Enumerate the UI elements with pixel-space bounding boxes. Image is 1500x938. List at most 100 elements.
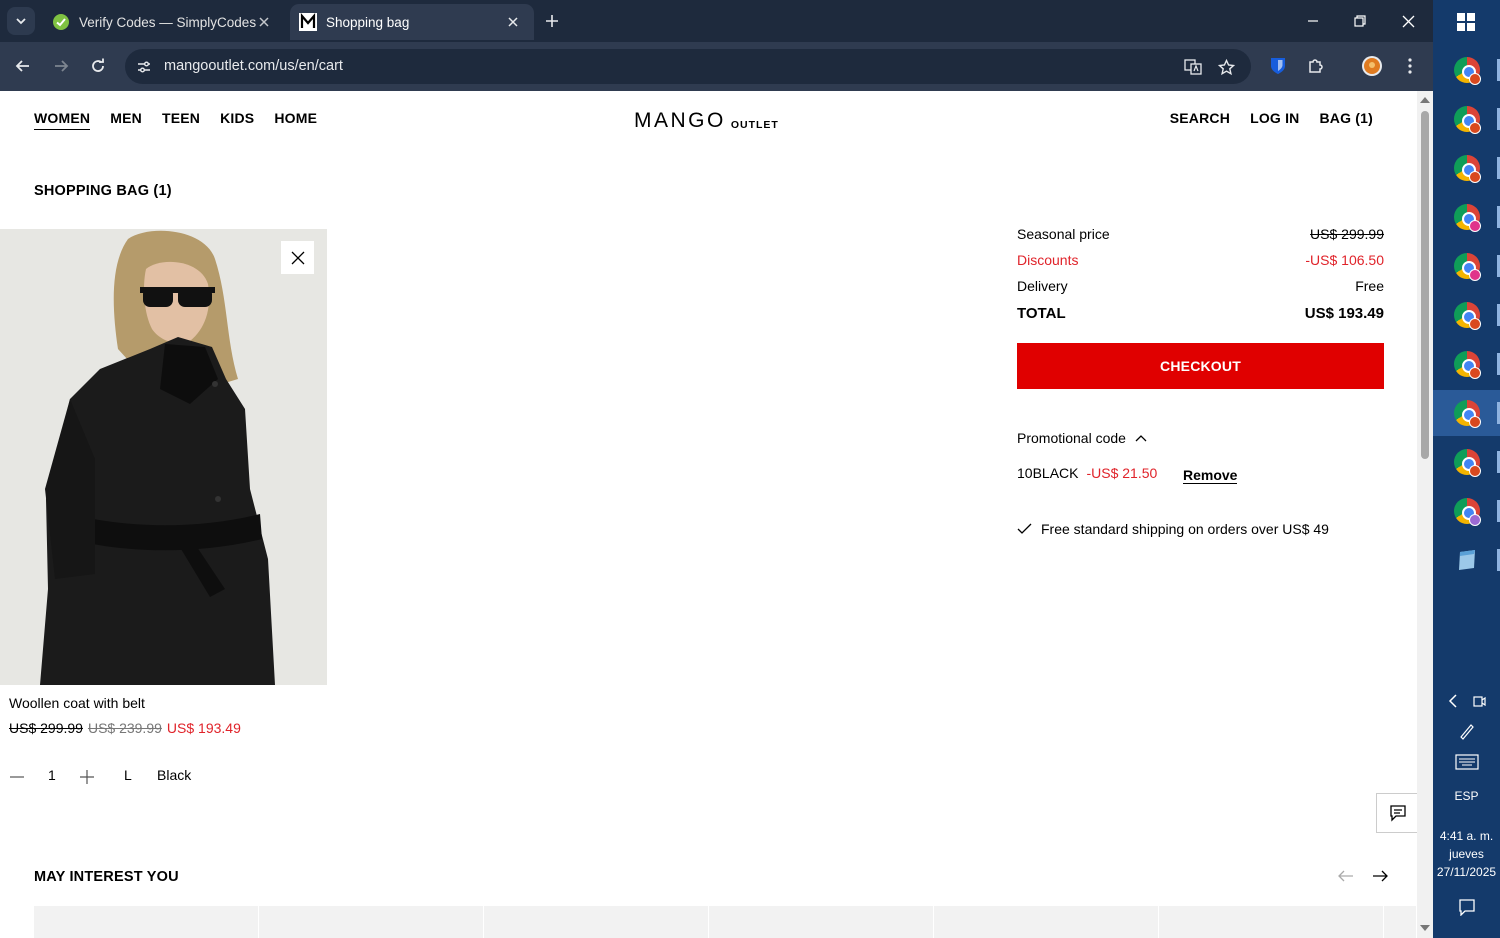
extensions-puzzle-icon[interactable]	[1304, 54, 1328, 78]
account-nav: SEARCH LOG IN BAG (1)	[1170, 110, 1373, 126]
applied-promo: 10BLACK -US$ 21.50	[1017, 465, 1157, 481]
taskbar-chrome-app[interactable]	[1433, 292, 1500, 338]
chevron-down-icon	[16, 18, 26, 25]
recommendation-card[interactable]	[484, 906, 709, 938]
scroll-down-icon[interactable]	[1420, 925, 1430, 933]
remove-promo-link[interactable]: Remove	[1183, 467, 1238, 484]
clock-date: 27/11/2025	[1436, 865, 1497, 879]
seasonal-price-label: Seasonal price	[1017, 226, 1110, 242]
carousel-prev-button[interactable]	[1338, 869, 1354, 887]
translate-icon[interactable]	[1182, 56, 1204, 78]
discounts-row: Discounts -US$ 106.50	[1017, 252, 1384, 268]
nav-home[interactable]: HOME	[274, 110, 317, 130]
promo-code-label: Promotional code	[1017, 430, 1126, 446]
taskbar-chrome-app[interactable]	[1433, 439, 1500, 485]
reload-icon	[92, 58, 104, 72]
recommendation-card[interactable]	[709, 906, 934, 938]
keyboard-icon[interactable]	[1433, 754, 1500, 770]
recommendation-card[interactable]	[934, 906, 1159, 938]
nav-kids[interactable]: KIDS	[220, 110, 254, 130]
recommendation-card[interactable]	[34, 906, 259, 938]
back-button[interactable]	[10, 53, 36, 79]
color-value[interactable]: Black	[157, 767, 191, 783]
bookmark-star-icon[interactable]	[1215, 56, 1237, 78]
clock-time: 4:41 a. m.	[1439, 829, 1494, 843]
nav-men[interactable]: MEN	[110, 110, 142, 130]
taskbar-notes-app[interactable]	[1433, 537, 1500, 583]
close-tab-icon[interactable]	[255, 13, 273, 31]
decrease-quantity-button[interactable]	[10, 770, 24, 787]
taskbar-chrome-app-active[interactable]	[1433, 390, 1500, 436]
total-label: TOTAL	[1017, 305, 1066, 322]
minus-icon	[10, 776, 24, 778]
taskbar-chrome-app[interactable]	[1433, 341, 1500, 387]
windows-start-icon[interactable]	[1457, 13, 1475, 31]
minimize-button[interactable]	[1300, 8, 1326, 34]
restore-button[interactable]	[1347, 8, 1373, 34]
promo-code-toggle[interactable]: Promotional code	[1017, 430, 1147, 446]
mango-outlet-logo[interactable]: MANGO OUTLET	[634, 109, 779, 133]
recommendation-card[interactable]	[259, 906, 484, 938]
reload-button[interactable]	[85, 53, 111, 79]
browser-menu-icon[interactable]	[1398, 54, 1422, 78]
chat-icon	[1389, 805, 1406, 822]
carousel-next-button[interactable]	[1372, 869, 1388, 887]
product-image[interactable]	[0, 229, 327, 685]
main-nav: WOMEN MEN TEEN KIDS HOME	[34, 110, 317, 130]
taskbar-chrome-app[interactable]	[1433, 243, 1500, 289]
plus-icon	[80, 770, 94, 784]
chevron-left-icon[interactable]	[1448, 694, 1458, 708]
forward-button[interactable]	[48, 53, 74, 79]
nav-women[interactable]: WOMEN	[34, 110, 91, 130]
close-tab-icon[interactable]	[504, 13, 522, 31]
profile-avatar-icon[interactable]	[1360, 54, 1384, 78]
site-settings-icon[interactable]	[133, 56, 155, 78]
scroll-thumb[interactable]	[1421, 111, 1429, 459]
chat-button[interactable]	[1376, 793, 1417, 833]
recommendation-card[interactable]	[1159, 906, 1384, 938]
language-indicator[interactable]: ESP	[1433, 789, 1500, 803]
taskbar-chrome-app[interactable]	[1433, 47, 1500, 93]
pen-icon[interactable]	[1433, 722, 1500, 740]
nav-search[interactable]: SEARCH	[1170, 110, 1230, 126]
price-original: US$ 299.99	[9, 720, 83, 736]
meet-now-icon[interactable]	[1472, 694, 1486, 708]
address-bar[interactable]: mangooutlet.com/us/en/cart	[125, 49, 1251, 84]
discounts-label: Discounts	[1017, 252, 1079, 268]
nav-teen[interactable]: TEEN	[162, 110, 200, 130]
tab-search-button[interactable]	[7, 7, 35, 35]
recommendation-card[interactable]	[1384, 906, 1417, 938]
browser-tab-bar: Verify Codes — SimplyCodes Shopping bag	[0, 0, 1433, 42]
free-shipping-note: Free standard shipping on orders over US…	[1017, 521, 1329, 537]
tab-verify-codes[interactable]: Verify Codes — SimplyCodes	[40, 4, 285, 40]
notes-app-icon	[1458, 550, 1475, 570]
close-window-button[interactable]	[1395, 8, 1421, 34]
remove-item-button[interactable]	[281, 241, 314, 274]
new-tab-button[interactable]	[541, 10, 563, 32]
notifications-icon[interactable]	[1433, 898, 1500, 916]
tab-title: Verify Codes — SimplyCodes	[79, 14, 257, 30]
delivery-label: Delivery	[1017, 278, 1068, 294]
taskbar-chrome-app[interactable]	[1433, 145, 1500, 191]
taskbar-chrome-app[interactable]	[1433, 488, 1500, 534]
close-icon	[291, 251, 304, 264]
nav-login[interactable]: LOG IN	[1250, 110, 1299, 126]
product-name[interactable]: Woollen coat with belt	[9, 695, 145, 711]
size-value[interactable]: L	[124, 767, 132, 783]
increase-quantity-button[interactable]	[80, 770, 94, 787]
bitwarden-extension-icon[interactable]	[1266, 54, 1290, 78]
total-row: TOTAL US$ 193.49	[1017, 305, 1384, 322]
page-scrollbar[interactable]	[1417, 91, 1433, 938]
price-final: US$ 193.49	[166, 720, 241, 736]
system-clock[interactable]: 4:41 a. m. jueves 27/11/2025	[1433, 827, 1500, 881]
mango-cart-page: WOMEN MEN TEEN KIDS HOME MANGO OUTLET SE…	[0, 91, 1417, 938]
scroll-up-icon[interactable]	[1420, 95, 1430, 103]
taskbar-chrome-app[interactable]	[1433, 194, 1500, 240]
plus-icon	[546, 15, 558, 27]
taskbar-chrome-app[interactable]	[1433, 96, 1500, 142]
promo-code-value: 10BLACK	[1017, 465, 1079, 481]
arrow-right-icon	[55, 60, 69, 72]
nav-bag[interactable]: BAG (1)	[1319, 110, 1373, 126]
tab-shopping-bag[interactable]: Shopping bag	[290, 4, 534, 40]
checkout-button[interactable]: CHECKOUT	[1017, 343, 1384, 389]
